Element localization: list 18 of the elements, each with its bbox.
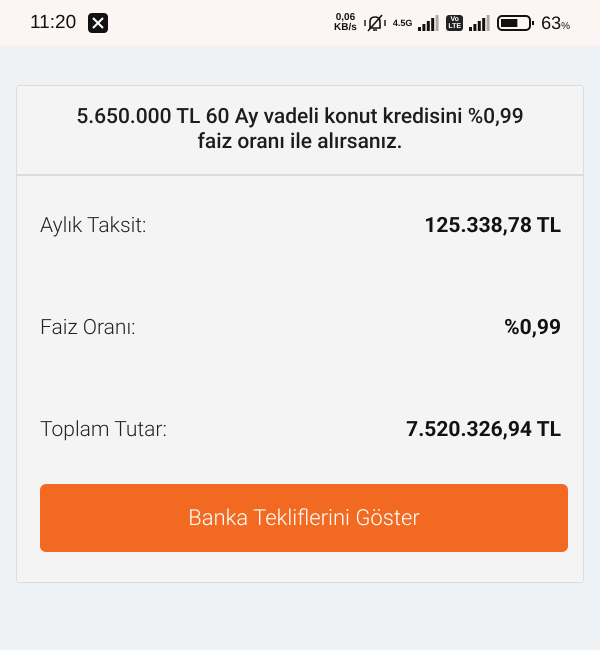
- signal-icon: [469, 15, 492, 31]
- loan-headline: 5.650.000 TL 60 Ay vadeli konut kredisini %0,99 faiz oranı ile alırsanız.: [75, 104, 525, 156]
- row-value: 7.520.326,94 TL: [406, 418, 561, 442]
- x-logo-icon: [88, 13, 108, 33]
- percent-sign: %: [561, 20, 570, 32]
- signal-icon: [418, 15, 440, 31]
- row-label: Aylık Taksit:: [40, 214, 146, 238]
- row-label: Faiz Oranı:: [40, 316, 136, 340]
- battery-percent: 63: [541, 12, 562, 32]
- muted-bell-icon: [362, 13, 387, 33]
- status-time: 11:20: [30, 12, 76, 34]
- data-speed: 0,06 KB/s: [334, 13, 357, 33]
- network-type: 4.5G: [392, 18, 412, 28]
- row-value: 125.338,78 TL: [424, 214, 561, 238]
- row-value: %0,99: [504, 316, 561, 340]
- row-label: Toplam Tutar:: [40, 418, 167, 442]
- battery-icon: [497, 13, 536, 33]
- show-offers-button[interactable]: Banka Tekliflerini Göster: [40, 484, 568, 552]
